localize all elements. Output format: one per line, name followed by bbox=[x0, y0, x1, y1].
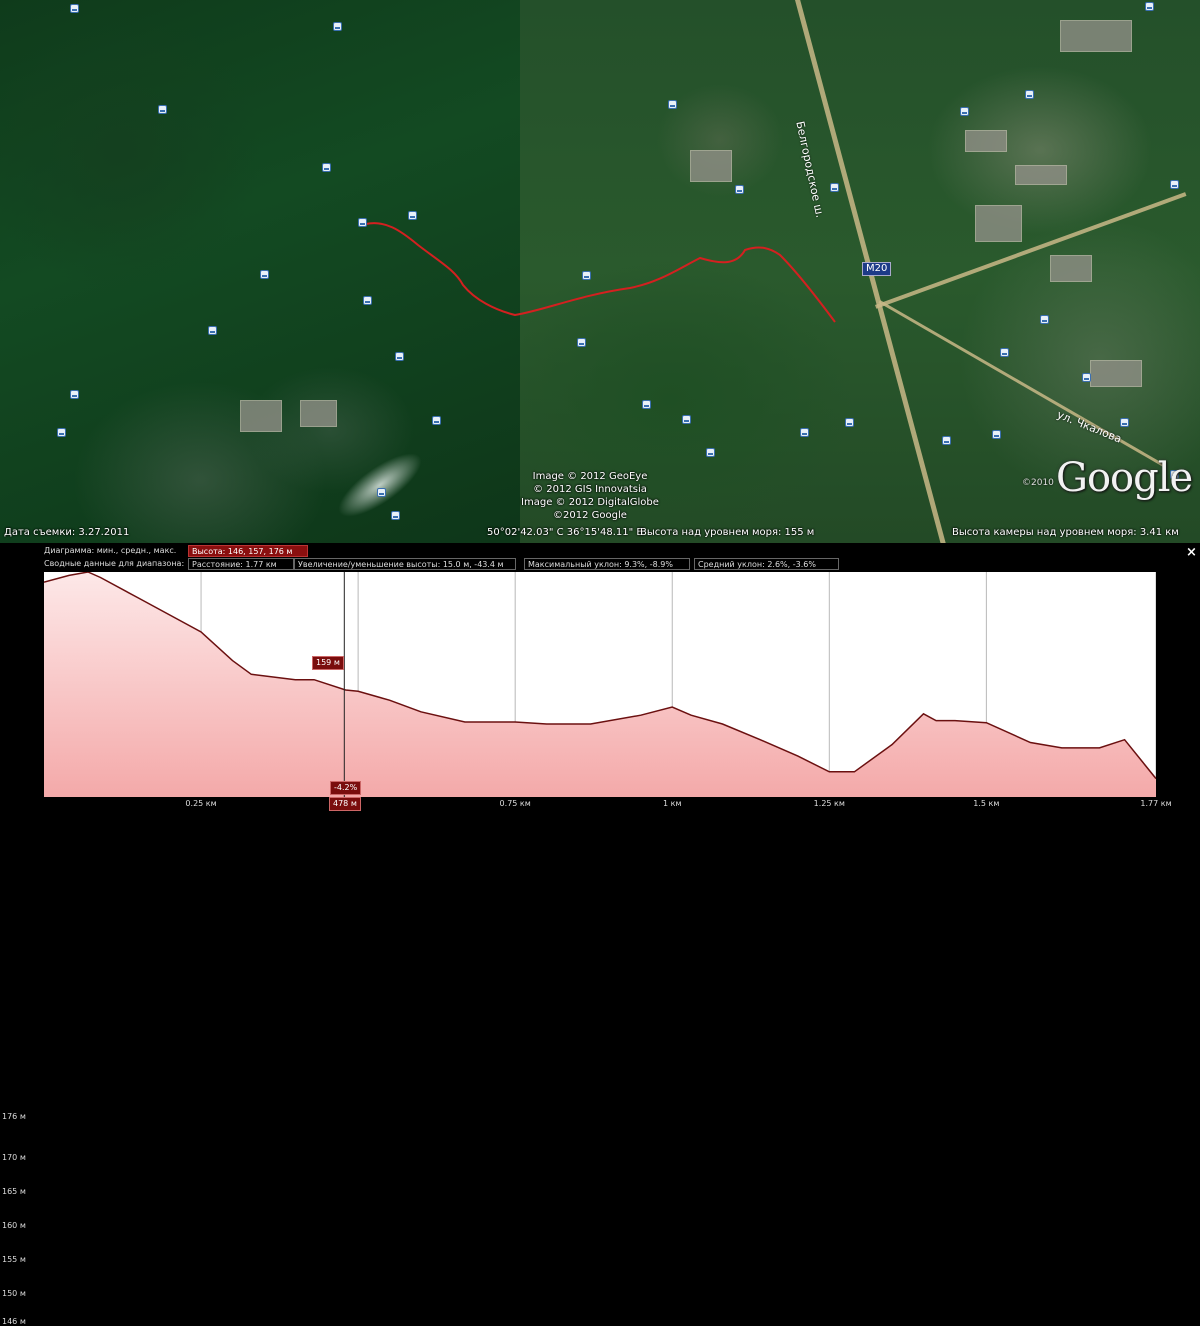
elevation-chart[interactable] bbox=[44, 572, 1156, 797]
placemark-photo-icon[interactable] bbox=[1082, 373, 1091, 382]
copyright-line: ©2012 Google bbox=[553, 510, 627, 521]
placemark-photo-icon[interactable] bbox=[706, 448, 715, 457]
range-max-slope: Максимальный уклон: 9.3%, -8.9% bbox=[524, 558, 690, 570]
x-tick-label: 0.75 км bbox=[499, 799, 531, 808]
placemark-photo-icon[interactable] bbox=[960, 107, 969, 116]
placemark-photo-icon[interactable] bbox=[668, 100, 677, 109]
placemark-photo-icon[interactable] bbox=[158, 105, 167, 114]
x-tick-label: 1.77 км bbox=[1140, 799, 1172, 808]
copyright-line: Image © 2012 GeoEye bbox=[532, 471, 648, 482]
cursor-slope-label: -4.2% bbox=[330, 781, 362, 795]
placemark-photo-icon[interactable] bbox=[57, 428, 66, 437]
y-tick-label: 160 м bbox=[2, 1221, 26, 1231]
range-average-slope: Средний уклон: 2.6%, -3.6% bbox=[694, 558, 839, 570]
placemark-photo-icon[interactable] bbox=[992, 430, 1001, 439]
placemark-photo-icon[interactable] bbox=[577, 338, 586, 347]
range-elevation-gain-loss: Увеличение/уменьшение высоты: 15.0 м, -4… bbox=[294, 558, 516, 570]
range-summary-label: Сводные данные для диапазона: bbox=[44, 559, 185, 568]
cursor-distance-label: 478 м bbox=[329, 797, 361, 811]
placemark-photo-icon[interactable] bbox=[682, 415, 691, 424]
placemark-photo-icon[interactable] bbox=[1145, 2, 1154, 11]
ground-elevation: Высота над уровнем моря: 155 м bbox=[640, 527, 815, 538]
copyright-line: © 2012 GIS Innovatsia bbox=[533, 484, 647, 495]
cursor-coordinates: 50°02'42.03" С 36°15'48.11" В bbox=[487, 527, 644, 538]
camera-elevation: Высота камеры над уровнем моря: 3.41 км bbox=[952, 527, 1179, 538]
placemark-photo-icon[interactable] bbox=[1040, 315, 1049, 324]
placemark-photo-icon[interactable] bbox=[1000, 348, 1009, 357]
placemark-photo-icon[interactable] bbox=[391, 511, 400, 520]
y-tick-label: 150 м bbox=[2, 1289, 26, 1299]
y-tick-label: 165 м bbox=[2, 1187, 26, 1197]
placemark-photo-icon[interactable] bbox=[1025, 90, 1034, 99]
placemark-photo-icon[interactable] bbox=[70, 390, 79, 399]
y-tick-label: 155 м bbox=[2, 1255, 26, 1265]
placemark-photo-icon[interactable] bbox=[363, 296, 372, 305]
placemark-photo-icon[interactable] bbox=[735, 185, 744, 194]
x-tick-label: 1 км bbox=[662, 799, 682, 808]
copyright-line: Image © 2012 DigitalGlobe bbox=[521, 497, 659, 508]
placemark-photo-icon[interactable] bbox=[1170, 180, 1179, 189]
placemark-photo-icon[interactable] bbox=[830, 183, 839, 192]
placemark-photo-icon[interactable] bbox=[642, 400, 651, 409]
cursor-elevation-label: 159 м bbox=[312, 656, 344, 670]
placemark-photo-icon[interactable] bbox=[358, 218, 367, 227]
y-tick-label: 170 м bbox=[2, 1152, 26, 1162]
y-tick-label: 146 м bbox=[2, 1316, 26, 1326]
logo-year: ©2010 bbox=[1022, 478, 1054, 488]
elevation-profile-panel: Диаграмма: мин., средн., макс. Высота: 1… bbox=[0, 543, 1200, 1326]
placemark-photo-icon[interactable] bbox=[322, 163, 331, 172]
close-icon[interactable]: × bbox=[1186, 545, 1197, 560]
placemark-photo-icon[interactable] bbox=[377, 488, 386, 497]
placemark-photo-icon[interactable] bbox=[208, 326, 217, 335]
road-shield: M20 bbox=[862, 262, 892, 276]
placemark-photo-icon[interactable] bbox=[333, 22, 342, 31]
google-logo: Google bbox=[1056, 455, 1193, 501]
placemark-photo-icon[interactable] bbox=[432, 416, 441, 425]
elevation-summary-badge[interactable]: Высота: 146, 157, 176 м bbox=[188, 545, 308, 557]
placemark-photo-icon[interactable] bbox=[408, 211, 417, 220]
range-distance: Расстояние: 1.77 км bbox=[188, 558, 294, 570]
imagery-copyright: Image © 2012 GeoEye © 2012 GIS Innovatsi… bbox=[520, 470, 660, 522]
placemark-photo-icon[interactable] bbox=[582, 271, 591, 280]
x-tick-label: 1.5 км bbox=[973, 799, 1000, 808]
placemark-photo-icon[interactable] bbox=[260, 270, 269, 279]
placemark-photo-icon[interactable] bbox=[395, 352, 404, 361]
x-tick-label: 0.25 км bbox=[185, 799, 217, 808]
placemark-photo-icon[interactable] bbox=[942, 436, 951, 445]
satellite-map[interactable]: M20 Белгородское ш. ул. Чкалова Image © … bbox=[0, 0, 1200, 543]
capture-date: Дата съемки: 3.27.2011 bbox=[4, 527, 130, 538]
placemark-photo-icon[interactable] bbox=[70, 4, 79, 13]
placemark-photo-icon[interactable] bbox=[1120, 418, 1129, 427]
x-tick-label: 1.25 км bbox=[813, 799, 845, 808]
placemark-photo-icon[interactable] bbox=[800, 428, 809, 437]
y-tick-label: 176 м bbox=[2, 1112, 26, 1122]
chart-summary-label: Диаграмма: мин., средн., макс. bbox=[44, 546, 177, 555]
route-track bbox=[365, 222, 836, 323]
placemark-photo-icon[interactable] bbox=[845, 418, 854, 427]
